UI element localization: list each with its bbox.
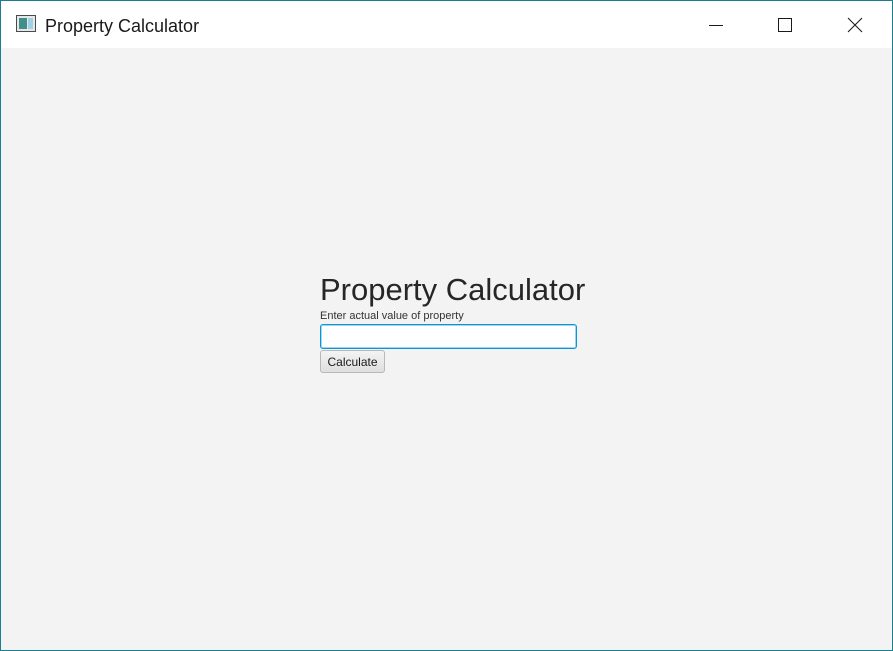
page-title: Property Calculator [320,272,586,307]
close-icon [847,17,863,33]
minimize-icon [709,25,723,26]
title-bar[interactable]: Property Calculator [1,1,892,48]
calculate-button[interactable]: Calculate [320,350,385,373]
maximize-button[interactable] [751,1,821,48]
minimize-button[interactable] [682,1,752,48]
app-window: Property Calculator Property Calculator … [0,0,893,651]
property-value-label: Enter actual value of property [320,310,464,322]
app-window-icon [16,15,36,32]
maximize-icon [778,18,792,32]
close-button[interactable] [821,1,891,48]
window-title: Property Calculator [45,16,200,36]
property-value-input[interactable] [320,324,577,349]
